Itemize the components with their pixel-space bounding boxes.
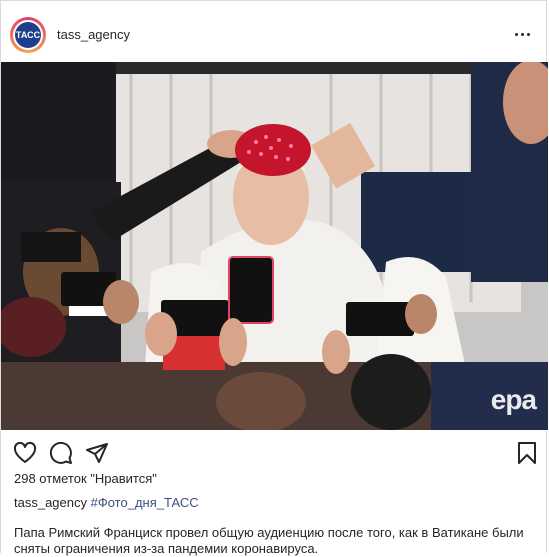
comment-icon[interactable] (49, 441, 73, 465)
post-header: ТАСС tass_agency (1, 1, 546, 61)
post-username[interactable]: tass_agency (57, 27, 130, 42)
photo-image (1, 62, 548, 430)
bookmark-icon[interactable] (515, 441, 539, 465)
action-bar (1, 437, 546, 467)
heart-icon[interactable] (13, 441, 37, 465)
tass-logo: ТАСС (15, 22, 41, 48)
share-icon[interactable] (85, 441, 109, 465)
more-options-icon[interactable] (514, 27, 532, 41)
post-description: Папа Римский Франциск провел общую аудие… (14, 525, 524, 556)
caption: tass_agency #Фото_дня_ТАСС (14, 495, 199, 510)
epa-watermark: epa (490, 384, 537, 415)
avatar[interactable]: ТАСС (10, 17, 46, 53)
post-photo[interactable]: epa (1, 62, 548, 430)
instagram-post: ТАСС tass_agency epa 298 отметок "Нравит… (0, 0, 548, 556)
caption-hashtag[interactable]: #Фото_дня_ТАСС (91, 495, 199, 510)
caption-username[interactable]: tass_agency (14, 495, 87, 510)
likes-count[interactable]: 298 отметок "Нравится" (14, 471, 157, 486)
